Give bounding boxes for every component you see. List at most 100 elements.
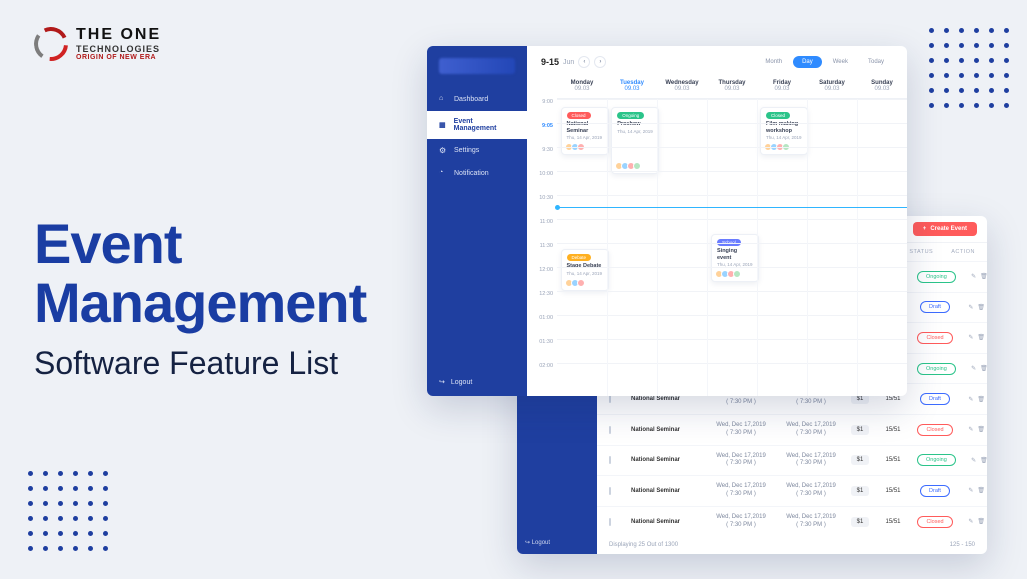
tickets: 15/51 (879, 396, 907, 402)
delete-icon[interactable]: 🗑 (980, 273, 987, 280)
delete-icon[interactable]: 🗑 (977, 518, 985, 525)
logout-icon (525, 540, 530, 546)
delete-icon[interactable]: 🗑 (980, 365, 987, 372)
event-name: National Seminar (631, 519, 701, 525)
next-week-button[interactable]: › (594, 56, 606, 68)
view-today[interactable]: Today (859, 56, 893, 68)
gear-icon (439, 146, 448, 155)
day-header: Monday09.03Tuesday09.03Wednesday09.03Thu… (557, 74, 907, 99)
edit-icon[interactable]: ✎ (971, 273, 976, 280)
row-checkbox[interactable] (609, 426, 611, 434)
day-column[interactable]: Saturday09.03 (807, 74, 857, 98)
status-badge: Ongoing (917, 363, 956, 375)
table-row[interactable]: National Seminar Wed, Dec 17,2019( 7:30 P… (597, 506, 987, 537)
calendar-grid[interactable]: Closed National Seminar Thu, 14 Apr, 201… (557, 99, 907, 396)
table-row[interactable]: National Seminar Wed, Dec 17,2019( 7:30 P… (597, 475, 987, 506)
headline-sub: Software Feature List (34, 345, 366, 382)
edit-icon[interactable]: ✎ (968, 304, 973, 311)
revenue: $1 (851, 517, 869, 527)
status-badge: Closed (917, 332, 953, 344)
start-date: Wed, Dec 17,2019( 7:30 PM ) (711, 514, 771, 530)
view-week[interactable]: Week (824, 56, 857, 68)
tickets: 15/51 (879, 457, 907, 463)
tickets: 15/51 (879, 519, 907, 525)
brand-tagline: ORIGIN OF NEW ERA (76, 54, 161, 61)
start-date: Wed, Dec 17,2019( 7:30 PM ) (711, 483, 771, 499)
bell-icon (439, 169, 448, 178)
brand-mark-icon (34, 27, 68, 61)
brand-logo: THE ONE TECHNOLOGIES ORIGIN OF NEW ERA (34, 26, 161, 61)
date-range: 9-15 Jun ‹ › (541, 56, 606, 68)
event-name: National Seminar (631, 396, 701, 402)
start-date: Wed, Dec 17,2019( 7:30 PM ) (711, 453, 771, 469)
edit-icon[interactable]: ✎ (971, 457, 976, 464)
edit-icon[interactable]: ✎ (968, 334, 973, 341)
end-date: Wed, Dec 17,2019( 7:30 PM ) (781, 514, 841, 530)
status-badge: Closed (917, 516, 953, 528)
start-date: Wed, Dec 17,2019( 7:30 PM ) (711, 422, 771, 438)
edit-icon[interactable]: ✎ (968, 518, 973, 525)
edit-icon[interactable]: ✎ (968, 426, 973, 433)
calendar-event[interactable]: School Singing event Thu, 14 Apr, 2019 (711, 234, 759, 282)
event-name: National Seminar (631, 427, 701, 433)
time-column: 9:009:059:3010:0010:3011:0011:3012:0012:… (527, 99, 557, 396)
tickets: 15/51 (879, 488, 907, 494)
create-event-button[interactable]: + Create Event (913, 222, 977, 236)
table-pager[interactable]: 125 - 150 (950, 542, 975, 548)
tickets: 15/51 (879, 427, 907, 433)
end-date: Wed, Dec 17,2019( 7:30 PM ) (781, 422, 841, 438)
end-date: Wed, Dec 17,2019( 7:30 PM ) (781, 453, 841, 469)
calendar-event[interactable]: Debate Stage Debate Thu, 14 Apr, 2019 (561, 249, 609, 291)
day-column[interactable]: Monday09.03 (557, 74, 607, 98)
logout-link[interactable]: Logout (525, 539, 589, 546)
event-name: National Seminar (631, 488, 701, 494)
table-row[interactable]: National Seminar Wed, Dec 17,2019( 7:30 P… (597, 445, 987, 476)
day-column[interactable]: Sunday09.03 (857, 74, 907, 98)
edit-icon[interactable]: ✎ (968, 487, 973, 494)
edit-icon[interactable]: ✎ (968, 396, 973, 403)
revenue: $1 (851, 455, 869, 465)
delete-icon[interactable]: 🗑 (977, 334, 985, 341)
edit-icon[interactable]: ✎ (971, 365, 976, 372)
headline-word-2: Management (34, 271, 366, 334)
sidebar-item-settings[interactable]: Settings (427, 139, 527, 162)
table-count: Displaying 25 Out of 1300 (609, 542, 678, 548)
sidebar-item-notification[interactable]: Notification (427, 162, 527, 185)
view-switcher: Month Day Week Today (756, 56, 893, 68)
sidebar-item-dashboard[interactable]: Dashboard (427, 88, 527, 111)
front-sidebar: Dashboard Event Management Settings Noti… (427, 46, 527, 396)
brand-name: THE ONE (76, 26, 161, 44)
prev-week-button[interactable]: ‹ (578, 56, 590, 68)
delete-icon[interactable]: 🗑 (980, 457, 987, 464)
table-row[interactable]: National Seminar Wed, Dec 17,2019( 7:30 P… (597, 414, 987, 445)
view-day[interactable]: Day (793, 56, 822, 68)
decorative-dots (28, 471, 108, 551)
sidebar-item-event-management[interactable]: Event Management (427, 111, 527, 139)
th-action: ACTION (951, 249, 975, 255)
delete-icon[interactable]: 🗑 (977, 304, 985, 311)
headline-word-1: Event (34, 212, 182, 275)
status-badge: Draft (917, 485, 953, 497)
day-column[interactable]: Tuesday09.03 (607, 74, 657, 98)
event-name: National Seminar (631, 457, 701, 463)
day-column[interactable]: Friday09.03 (757, 74, 807, 98)
row-checkbox[interactable] (609, 518, 611, 526)
row-checkbox[interactable] (609, 456, 611, 464)
row-checkbox[interactable] (609, 395, 611, 403)
delete-icon[interactable]: 🗑 (977, 396, 985, 403)
th-status: STATUS (909, 249, 933, 255)
day-column[interactable]: Wednesday09.03 (657, 74, 707, 98)
logout-icon (439, 378, 445, 386)
logout-link[interactable]: Logout (439, 378, 472, 386)
status-badge: Ongoing (917, 454, 956, 466)
row-checkbox[interactable] (609, 487, 611, 495)
end-date: Wed, Dec 17,2019( 7:30 PM ) (781, 483, 841, 499)
view-month[interactable]: Month (756, 56, 791, 68)
revenue: $1 (851, 486, 869, 496)
delete-icon[interactable]: 🗑 (977, 487, 985, 494)
day-column[interactable]: Thursday09.03 (707, 74, 757, 98)
calendar-event[interactable]: Ongoing Proshow Thu, 14 Apr, 2019 (611, 107, 659, 174)
calendar-icon (439, 121, 448, 130)
calendar-window: Dashboard Event Management Settings Noti… (427, 46, 907, 396)
delete-icon[interactable]: 🗑 (977, 426, 985, 433)
